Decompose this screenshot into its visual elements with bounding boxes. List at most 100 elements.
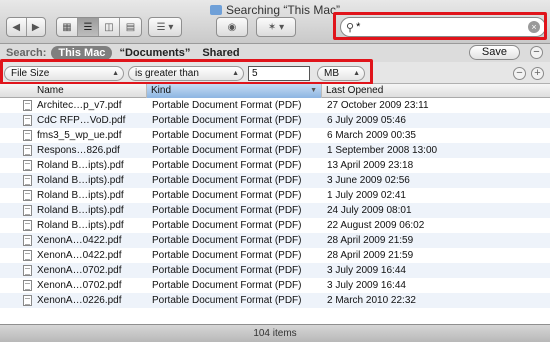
file-kind: Portable Document Format (PDF) [152, 160, 302, 171]
file-kind: Portable Document Format (PDF) [152, 280, 302, 291]
coverflow-view-button[interactable]: ▤ [120, 18, 141, 36]
view-mode-group: ▦ ☰ ◫ ▤ [56, 17, 142, 37]
scope-documents[interactable]: “Documents” [119, 47, 190, 59]
table-row[interactable]: Respons…826.pdf Portable Document Format … [0, 143, 550, 158]
action-button-group: ✶ ▾ [256, 17, 296, 37]
search-criteria-row: File Size ▲ is greater than ▲ 5 MB ▲ − + [0, 62, 550, 84]
forward-button[interactable]: ▶ [27, 18, 46, 36]
pdf-file-icon [23, 115, 32, 126]
icon-view-button[interactable]: ▦ [57, 18, 78, 36]
column-view-button[interactable]: ◫ [99, 18, 120, 36]
window-titlebar: Searching “This Mac” ◀ ▶ ▦ ☰ ◫ ▤ ☰ ▾ ◉ ✶… [0, 0, 550, 44]
file-last-opened: 3 July 2009 16:44 [327, 280, 406, 291]
clear-search-icon[interactable]: × [528, 21, 540, 33]
table-row[interactable]: Roland B…ipts).pdf Portable Document Form… [0, 173, 550, 188]
pdf-file-icon [23, 295, 32, 306]
pdf-file-icon [23, 130, 32, 141]
search-input[interactable] [356, 21, 507, 33]
unit-popup[interactable]: MB ▲ [317, 66, 365, 81]
window-title: Searching “This Mac” [225, 3, 341, 17]
column-header-kind[interactable]: Kind ▼ [147, 84, 322, 98]
table-row[interactable]: Roland B…ipts).pdf Portable Document Form… [0, 158, 550, 173]
file-name: Architec…p_v7.pdf [37, 100, 122, 111]
pdf-file-icon [23, 145, 32, 156]
pdf-file-icon [23, 190, 32, 201]
file-last-opened: 28 April 2009 21:59 [327, 235, 414, 246]
column-header-name[interactable]: Name [0, 84, 147, 98]
pdf-file-icon [23, 235, 32, 246]
attribute-popup-label: File Size [11, 68, 50, 79]
file-name: CdC RFP…VoD.pdf [37, 115, 126, 126]
file-kind: Portable Document Format (PDF) [152, 115, 302, 126]
file-name: Respons…826.pdf [37, 145, 120, 156]
search-field: ⚲ × [340, 17, 546, 37]
table-row[interactable]: XenonA…0226.pdf Portable Document Format … [0, 293, 550, 308]
arrange-button[interactable]: ☰ ▾ [149, 18, 181, 36]
remove-criterion-button[interactable]: − [513, 67, 526, 80]
column-header: Name Kind ▼ Last Opened [0, 84, 550, 98]
file-name: XenonA…0702.pdf [37, 280, 122, 291]
scope-this-mac[interactable]: This Mac [51, 46, 113, 60]
file-kind: Portable Document Format (PDF) [152, 235, 302, 246]
table-row[interactable]: fms3_5_wp_ue.pdf Portable Document Format… [0, 128, 550, 143]
attribute-popup[interactable]: File Size ▲ [4, 66, 124, 81]
unit-popup-label: MB [324, 68, 339, 79]
table-row[interactable]: XenonA…0422.pdf Portable Document Format … [0, 248, 550, 263]
table-row[interactable]: Roland B…ipts).pdf Portable Document Form… [0, 188, 550, 203]
pdf-file-icon [23, 250, 32, 261]
arrange-button-group: ☰ ▾ [148, 17, 182, 37]
file-kind: Portable Document Format (PDF) [152, 100, 302, 111]
table-row[interactable]: CdC RFP…VoD.pdf Portable Document Format … [0, 113, 550, 128]
column-header-last-opened[interactable]: Last Opened [322, 84, 550, 98]
file-last-opened: 13 April 2009 23:18 [327, 160, 414, 171]
file-kind: Portable Document Format (PDF) [152, 175, 302, 186]
quicklook-button[interactable]: ◉ [217, 18, 247, 36]
scope-label: Search: [6, 47, 47, 59]
sort-arrow-icon: ▼ [310, 87, 317, 94]
file-kind: Portable Document Format (PDF) [152, 145, 302, 156]
remove-scope-button[interactable]: − [530, 46, 543, 59]
file-name: Roland B…ipts).pdf [37, 220, 124, 231]
scope-shared[interactable]: Shared [202, 47, 239, 59]
table-row[interactable]: XenonA…0422.pdf Portable Document Format … [0, 233, 550, 248]
file-name: XenonA…0226.pdf [37, 295, 122, 306]
coverflow-view-icon: ▤ [125, 21, 136, 33]
popup-arrows-icon: ▲ [112, 70, 119, 77]
file-last-opened: 28 April 2009 21:59 [327, 250, 414, 261]
table-row[interactable]: Roland B…ipts).pdf Portable Document Form… [0, 203, 550, 218]
table-row[interactable]: XenonA…0702.pdf Portable Document Format … [0, 263, 550, 278]
file-kind: Portable Document Format (PDF) [152, 205, 302, 216]
file-last-opened: 24 July 2009 08:01 [327, 205, 412, 216]
pdf-file-icon [23, 280, 32, 291]
folder-icon [209, 5, 222, 15]
file-kind: Portable Document Format (PDF) [152, 250, 302, 261]
status-bar: 104 items [0, 324, 550, 342]
file-kind: Portable Document Format (PDF) [152, 130, 302, 141]
pdf-file-icon [23, 265, 32, 276]
operator-popup-label: is greater than [135, 68, 199, 79]
file-kind: Portable Document Format (PDF) [152, 295, 302, 306]
table-row[interactable]: XenonA…0702.pdf Portable Document Format … [0, 278, 550, 293]
file-name: XenonA…0422.pdf [37, 250, 122, 261]
add-criterion-button[interactable]: + [531, 67, 544, 80]
table-row[interactable]: Architec…p_v7.pdf Portable Document Forma… [0, 98, 550, 113]
quicklook-button-group: ◉ [216, 17, 248, 37]
size-value-field[interactable]: 5 [248, 66, 310, 81]
file-last-opened: 6 July 2009 05:46 [327, 115, 406, 126]
list-view-button[interactable]: ☰ [78, 18, 99, 36]
pdf-file-icon [23, 160, 32, 171]
file-last-opened: 3 July 2009 16:44 [327, 265, 406, 276]
file-kind: Portable Document Format (PDF) [152, 265, 302, 276]
file-last-opened: 2 March 2010 22:32 [327, 295, 416, 306]
eye-icon: ◉ [227, 21, 237, 33]
operator-popup[interactable]: is greater than ▲ [128, 66, 244, 81]
save-search-button[interactable]: Save [468, 45, 520, 60]
file-name: XenonA…0422.pdf [37, 235, 122, 246]
list-view-icon: ☰ [83, 21, 93, 33]
action-menu-button[interactable]: ✶ ▾ [257, 18, 295, 36]
file-last-opened: 3 June 2009 02:56 [327, 175, 410, 186]
file-kind: Portable Document Format (PDF) [152, 220, 302, 231]
table-row[interactable]: Roland B…ipts).pdf Portable Document Form… [0, 218, 550, 233]
back-button[interactable]: ◀ [7, 18, 27, 36]
column-header-kind-label: Kind [151, 85, 172, 96]
